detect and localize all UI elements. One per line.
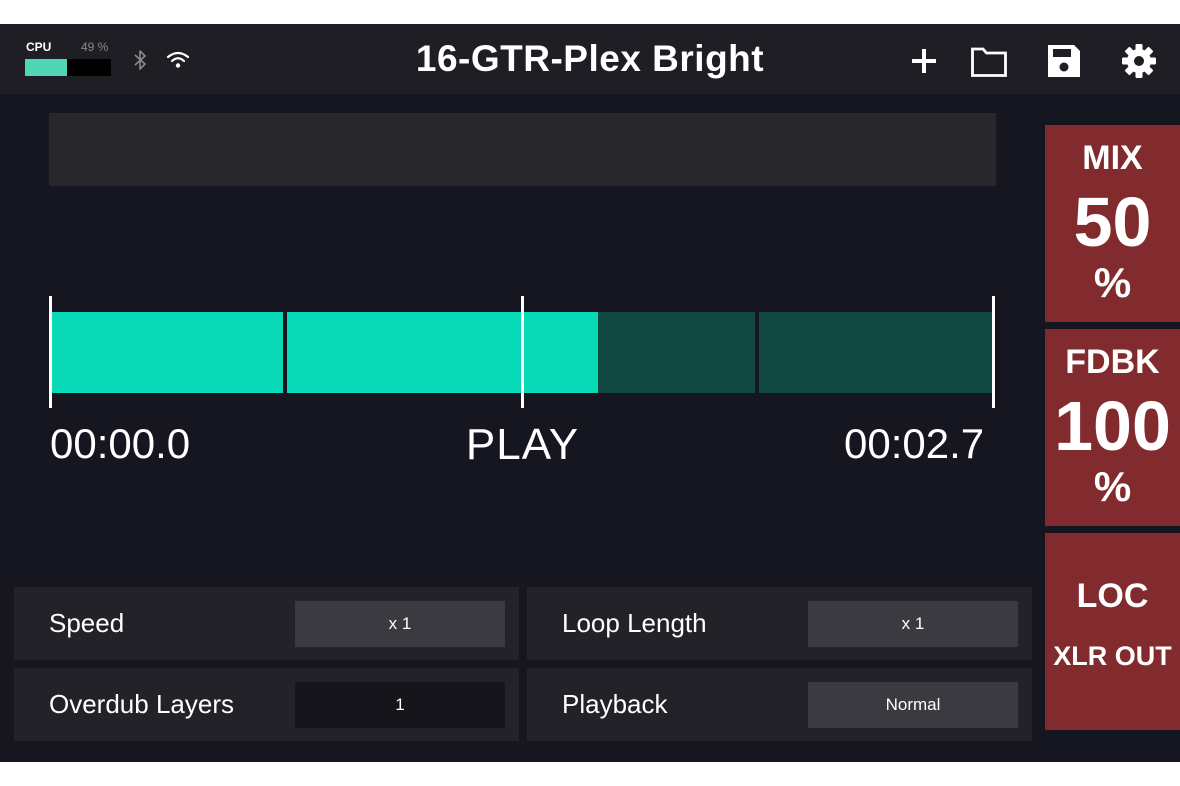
preset-title[interactable]: 16-GTR-Plex Bright (320, 38, 860, 80)
save-icon[interactable] (1045, 42, 1083, 80)
playback-value-button[interactable]: Normal (808, 682, 1018, 728)
overdub-layers-value-button[interactable]: 1 (295, 682, 505, 728)
loop-mid-marker[interactable] (521, 296, 524, 408)
fdbk-value: 100 (1054, 387, 1171, 465)
speed-value-button[interactable]: x 1 (295, 601, 505, 647)
start-time: 00:00.0 (50, 420, 191, 467)
loop-length-value-button[interactable]: x 1 (808, 601, 1018, 647)
bluetooth-icon[interactable] (131, 48, 149, 72)
param-label-speed: Speed (49, 608, 125, 638)
param-speed: Speed x 1 (14, 587, 519, 660)
mix-value: 50 (1073, 183, 1152, 261)
fdbk-unit: % (1093, 463, 1132, 510)
param-overdub-layers: Overdub Layers 1 (14, 668, 519, 741)
loop-segment-remaining (598, 312, 755, 393)
cpu-label: CPU (26, 40, 52, 54)
param-loop-length: Loop Length x 1 (527, 587, 1032, 660)
wifi-icon[interactable] (166, 51, 190, 69)
cpu-meter-fill (25, 59, 68, 76)
param-label-playback: Playback (562, 689, 668, 719)
loop-timeline[interactable] (49, 296, 996, 408)
loop-segment-progress (521, 312, 598, 393)
mix-unit: % (1093, 259, 1132, 306)
header-bar: CPU 49 % 16-GTR-Plex Bright (0, 24, 1180, 94)
loop-start-marker[interactable] (49, 296, 52, 408)
cpu-percent: 49 % (81, 40, 109, 54)
param-label-overdub-layers: Overdub Layers (49, 689, 234, 719)
cpu-meter (25, 59, 111, 76)
plus-icon[interactable] (905, 42, 943, 80)
loc-output-button[interactable]: LOC XLR OUT (1045, 533, 1180, 730)
param-playback: Playback Normal (527, 668, 1032, 741)
end-time: 00:02.7 (844, 420, 985, 467)
looper-app: CPU 49 % 16-GTR-Plex Bright 00:00.0 PLAY… (0, 24, 1180, 762)
folder-icon[interactable] (970, 42, 1008, 80)
gear-icon[interactable] (1120, 42, 1158, 80)
loop-end-marker[interactable] (992, 296, 995, 408)
mix-label: MIX (1082, 139, 1143, 177)
play-state[interactable]: PLAY (420, 420, 625, 470)
loc-output-label: XLR OUT (1053, 641, 1172, 671)
loop-segment (287, 312, 521, 393)
loc-label: LOC (1076, 577, 1149, 615)
waveform-area (49, 113, 996, 186)
fdbk-knob-button[interactable]: FDBK 100 % (1045, 329, 1180, 526)
loop-segment (51, 312, 283, 393)
fdbk-label: FDBK (1065, 343, 1160, 381)
mix-knob-button[interactable]: MIX 50 % (1045, 125, 1180, 322)
loop-segment (759, 312, 992, 393)
param-label-loop-length: Loop Length (562, 608, 707, 638)
